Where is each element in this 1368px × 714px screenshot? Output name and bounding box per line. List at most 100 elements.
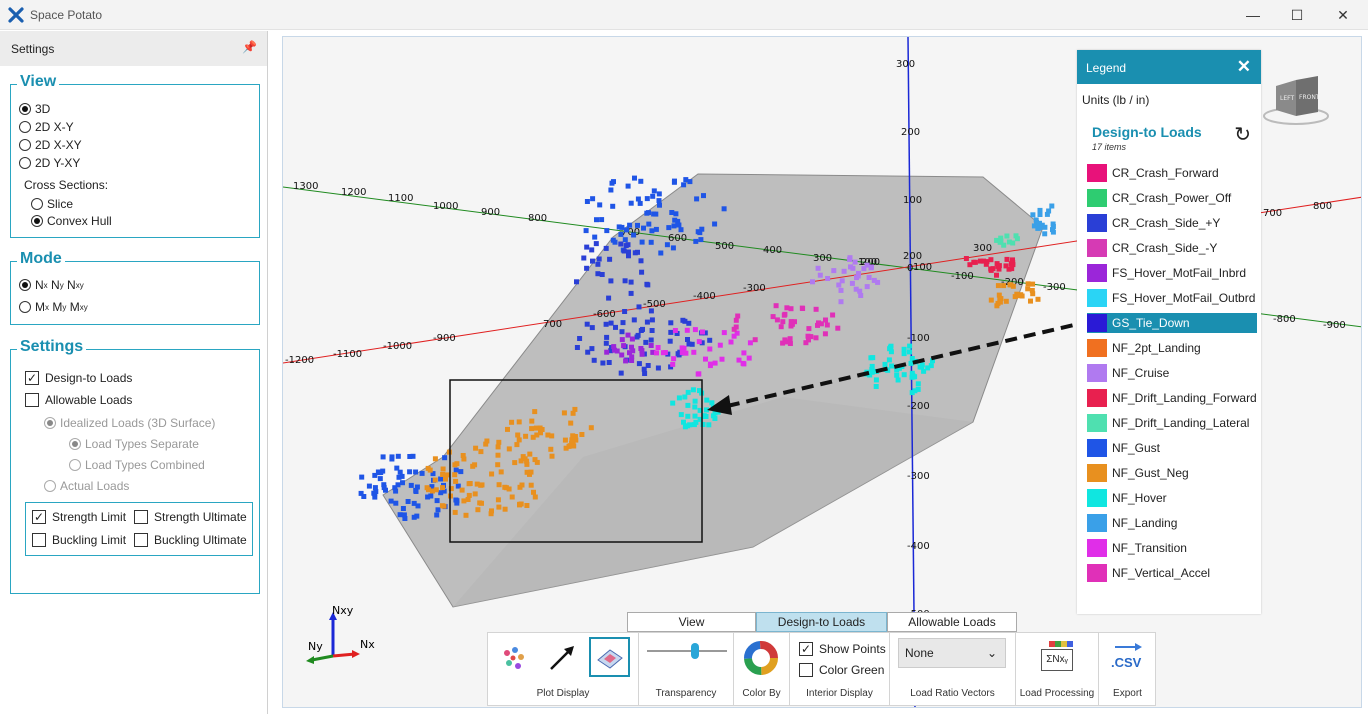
scatter-plot-icon[interactable]	[499, 643, 529, 673]
radio-icon[interactable]	[69, 438, 81, 450]
transparency-group: Transparency	[639, 633, 734, 705]
check-icon[interactable]	[134, 533, 148, 547]
check-icon[interactable]	[799, 663, 813, 677]
load-point	[393, 500, 399, 506]
legend-item-label: NF_Hover	[1112, 491, 1167, 505]
mode-option-forces[interactable]: Nx Ny Nxy	[19, 278, 84, 292]
load-ratio-dropdown[interactable]: None ⌄	[898, 638, 1006, 668]
radio-icon[interactable]	[31, 198, 43, 210]
actual-loads-radio[interactable]: Actual Loads	[44, 479, 129, 493]
legend-item[interactable]: NF_Gust_Neg	[1087, 463, 1257, 483]
legend-item[interactable]: GS_Tie_Down	[1087, 313, 1257, 333]
check-icon[interactable]: ✓	[32, 510, 46, 524]
view-option-3d[interactable]: 3D	[19, 102, 50, 116]
vector-arrow-icon[interactable]	[547, 643, 577, 673]
check-icon[interactable]: ✓	[25, 371, 39, 385]
transparency-slider-thumb[interactable]	[691, 643, 699, 659]
radio-icon[interactable]	[44, 480, 56, 492]
allowable-loads-checkbox[interactable]: Allowable Loads	[25, 393, 132, 407]
legend-item[interactable]: NF_Gust	[1087, 438, 1257, 458]
minimize-button[interactable]: —	[1230, 0, 1276, 30]
check-icon[interactable]	[25, 393, 39, 407]
radio-icon[interactable]	[19, 139, 31, 151]
load-point	[996, 263, 1002, 269]
show-points-checkbox[interactable]: ✓ Show Points	[799, 642, 886, 656]
radio-icon[interactable]	[19, 279, 31, 291]
load-point	[717, 342, 723, 348]
design-to-loads-checkbox[interactable]: ✓ Design-to Loads	[25, 371, 132, 385]
load-point	[664, 242, 670, 248]
load-point	[1006, 266, 1012, 272]
legend-item[interactable]: CR_Crash_Side_+Y	[1087, 213, 1257, 233]
color-green-checkbox[interactable]: Color Green	[799, 663, 884, 677]
buckling-limit-checkbox[interactable]: Buckling Limit	[32, 533, 126, 547]
legend-item[interactable]: NF_Vertical_Accel	[1087, 563, 1257, 583]
ribbon-tabs: View Design-to Loads Allowable Loads	[627, 612, 1017, 632]
legend-item[interactable]: FS_Hover_MotFail_Outbrd	[1087, 288, 1257, 308]
strength-ultimate-checkbox[interactable]: Strength Ultimate	[134, 510, 247, 524]
strength-limit-checkbox[interactable]: ✓ Strength Limit	[32, 510, 126, 524]
legend-item[interactable]: NF_Cruise	[1087, 363, 1257, 383]
legend-item-label: CR_Crash_Power_Off	[1112, 191, 1232, 205]
view-option-2d-y-xy[interactable]: 2D Y-XY	[19, 156, 80, 170]
load-point	[997, 239, 1003, 245]
load-point	[692, 398, 698, 404]
transparency-slider-track[interactable]	[647, 650, 727, 652]
check-icon[interactable]	[32, 533, 46, 547]
legend-item[interactable]: NF_Drift_Landing_Forward	[1087, 388, 1257, 408]
legend-item[interactable]: NF_Drift_Landing_Lateral	[1087, 413, 1257, 433]
legend-header: Legend ✕	[1077, 50, 1261, 84]
legend-item[interactable]: CR_Crash_Power_Off	[1087, 188, 1257, 208]
legend-item[interactable]: NF_2pt_Landing	[1087, 338, 1257, 358]
legend-item[interactable]: CR_Crash_Side_-Y	[1087, 238, 1257, 258]
load-point	[963, 256, 969, 261]
legend-item[interactable]: NF_Hover	[1087, 488, 1257, 508]
load-processing-icon[interactable]: ΣNxᵧ	[1041, 641, 1073, 673]
check-icon[interactable]	[134, 510, 148, 524]
tab-allowable-loads[interactable]: Allowable Loads	[887, 612, 1017, 632]
color-wheel-icon[interactable]	[744, 641, 778, 675]
load-point	[603, 321, 609, 327]
legend-item[interactable]: CR_Crash_Forward	[1087, 163, 1257, 183]
view-option-2d-x-xy[interactable]: 2D X-XY	[19, 138, 82, 152]
radio-icon[interactable]	[44, 417, 56, 429]
refresh-icon[interactable]: ↻	[1234, 122, 1251, 147]
view-cube[interactable]: LEFT FRONT	[1262, 72, 1330, 128]
load-types-combined-radio[interactable]: Load Types Combined	[69, 458, 205, 472]
load-point	[568, 420, 574, 426]
load-point	[800, 306, 806, 311]
legend-item[interactable]: NF_Transition	[1087, 538, 1257, 558]
buckling-ultimate-checkbox[interactable]: Buckling Ultimate	[134, 533, 247, 547]
mode-option-moments[interactable]: Mx My Mxy	[19, 300, 88, 314]
view-option-2d-x-y[interactable]: 2D X-Y	[19, 120, 74, 134]
radio-icon[interactable]	[19, 157, 31, 169]
surface-plot-button[interactable]	[589, 637, 630, 677]
gizmo-nx-label: Nx	[360, 638, 375, 651]
cross-section-slice[interactable]: Slice	[31, 197, 73, 211]
cross-section-convex-hull[interactable]: Convex Hull	[31, 214, 112, 228]
legend-close-icon[interactable]: ✕	[1237, 57, 1251, 77]
radio-icon[interactable]	[69, 459, 81, 471]
check-icon[interactable]: ✓	[799, 642, 813, 656]
idealized-loads-radio[interactable]: Idealized Loads (3D Surface)	[44, 416, 215, 430]
legend-item[interactable]: NF_Landing	[1087, 513, 1257, 533]
radio-icon[interactable]	[31, 215, 43, 227]
load-point	[856, 270, 861, 276]
load-point	[784, 305, 790, 311]
load-types-separate-radio[interactable]: Load Types Separate	[69, 437, 199, 451]
radio-icon[interactable]	[19, 301, 31, 313]
close-window-button[interactable]: ✕	[1320, 0, 1366, 30]
load-point	[411, 500, 417, 506]
maximize-button[interactable]: ☐	[1274, 0, 1320, 30]
radio-icon[interactable]	[19, 103, 31, 115]
pin-icon[interactable]: 📌	[242, 40, 257, 54]
tab-view[interactable]: View	[627, 612, 756, 632]
load-point	[704, 397, 710, 403]
load-point	[618, 241, 624, 247]
tab-design-to-loads[interactable]: Design-to Loads	[756, 612, 887, 632]
legend-item[interactable]: FS_Hover_MotFail_Inbrd	[1087, 263, 1257, 283]
load-point	[614, 348, 620, 354]
load-point	[1035, 296, 1041, 302]
export-csv-icon[interactable]: .CSV	[1109, 641, 1147, 675]
radio-icon[interactable]	[19, 121, 31, 133]
